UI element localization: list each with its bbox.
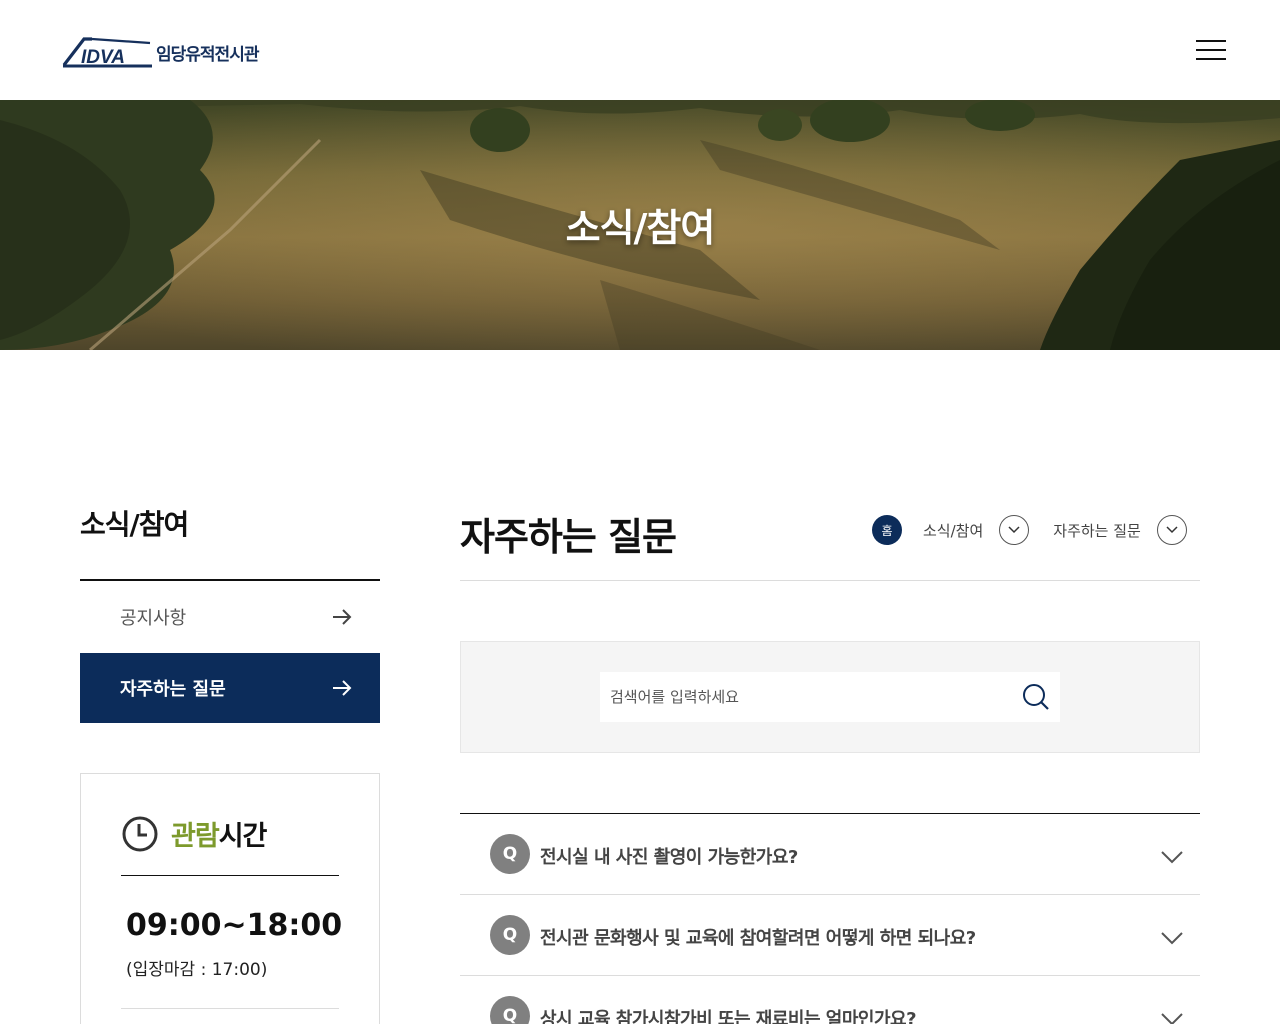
sidebar-title: 소식/참여 [80, 508, 189, 541]
hours-title-accent: 관람 [171, 821, 220, 852]
q-badge: Q [490, 996, 530, 1024]
search-panel [460, 641, 1200, 753]
chevron-down-icon[interactable] [1160, 931, 1184, 945]
opening-hours-card: 관람시간 09:00~18:00 (입장마감 : 17:00) [80, 773, 380, 1024]
hero-title: 소식/참여 [565, 206, 716, 250]
sidebar-item-label: 공지사항 [120, 608, 187, 629]
page-title: 자주하는 질문 [460, 515, 677, 559]
hours-title-rest: 시간 [218, 821, 268, 852]
faq-item[interactable]: Q 전시관 문화행사 및 교육에 참여할려면 어떻게 하면 되나요? [460, 895, 1200, 976]
svg-text:IDVA: IDVA [81, 47, 125, 68]
chevron-down-icon[interactable] [1156, 515, 1187, 545]
hours-divider-bottom [121, 1008, 339, 1009]
breadcrumb: 홈 소식/참여 자주하는 질문 [872, 514, 1187, 546]
faq-question: 상시 교육 참가시참가비 또는 재료비는 얼마인가요? [540, 1009, 917, 1024]
hero-banner: 소식/참여 [0, 100, 1280, 350]
site-logo[interactable]: IDVA 임당유적전시관 [62, 34, 284, 70]
arrow-right-icon [332, 680, 352, 696]
clock-icon [121, 815, 159, 853]
logo-mark-icon: IDVA [62, 37, 152, 68]
faq-item[interactable]: Q 전시실 내 사진 촬영이 가능한가요? [460, 814, 1200, 895]
faq-question: 전시실 내 사진 촬영이 가능한가요? [540, 847, 798, 868]
hours-time: 09:00~18:00 [126, 908, 343, 943]
chevron-down-icon[interactable] [999, 515, 1030, 545]
faq-question: 전시관 문화행사 및 교육에 참여할려면 어떻게 하면 되나요? [540, 928, 976, 949]
q-badge: Q [490, 834, 530, 874]
chevron-down-icon[interactable] [1160, 1012, 1184, 1024]
hamburger-icon[interactable] [1196, 38, 1226, 62]
breadcrumb-level2[interactable]: 자주하는 질문 [1053, 520, 1141, 541]
breadcrumb-level1[interactable]: 소식/참여 [923, 520, 983, 541]
q-badge: Q [490, 915, 530, 955]
breadcrumb-home[interactable]: 홈 [872, 515, 902, 545]
hours-title: 관람시간 [171, 814, 268, 853]
hours-closing-note: (입장마감 : 17:00) [126, 960, 268, 980]
sidebar-item-faq[interactable]: 자주하는 질문 [80, 653, 380, 723]
sidebar-divider [80, 579, 380, 581]
arrow-right-icon [332, 609, 352, 625]
logo-text: 임당유적전시관 [156, 44, 259, 65]
hours-heading: 관람시간 [121, 814, 268, 853]
title-divider [460, 580, 1200, 581]
hours-divider [121, 875, 339, 876]
site-header: IDVA 임당유적전시관 [0, 0, 1280, 100]
sidebar-item-label: 자주하는 질문 [120, 679, 226, 700]
search-icon[interactable] [1021, 682, 1051, 712]
chevron-down-icon[interactable] [1160, 850, 1184, 864]
search-input[interactable] [600, 672, 1060, 722]
faq-item[interactable]: Q 상시 교육 참가시참가비 또는 재료비는 얼마인가요? [460, 976, 1200, 1024]
sidebar-item-notice[interactable]: 공지사항 [80, 582, 380, 652]
